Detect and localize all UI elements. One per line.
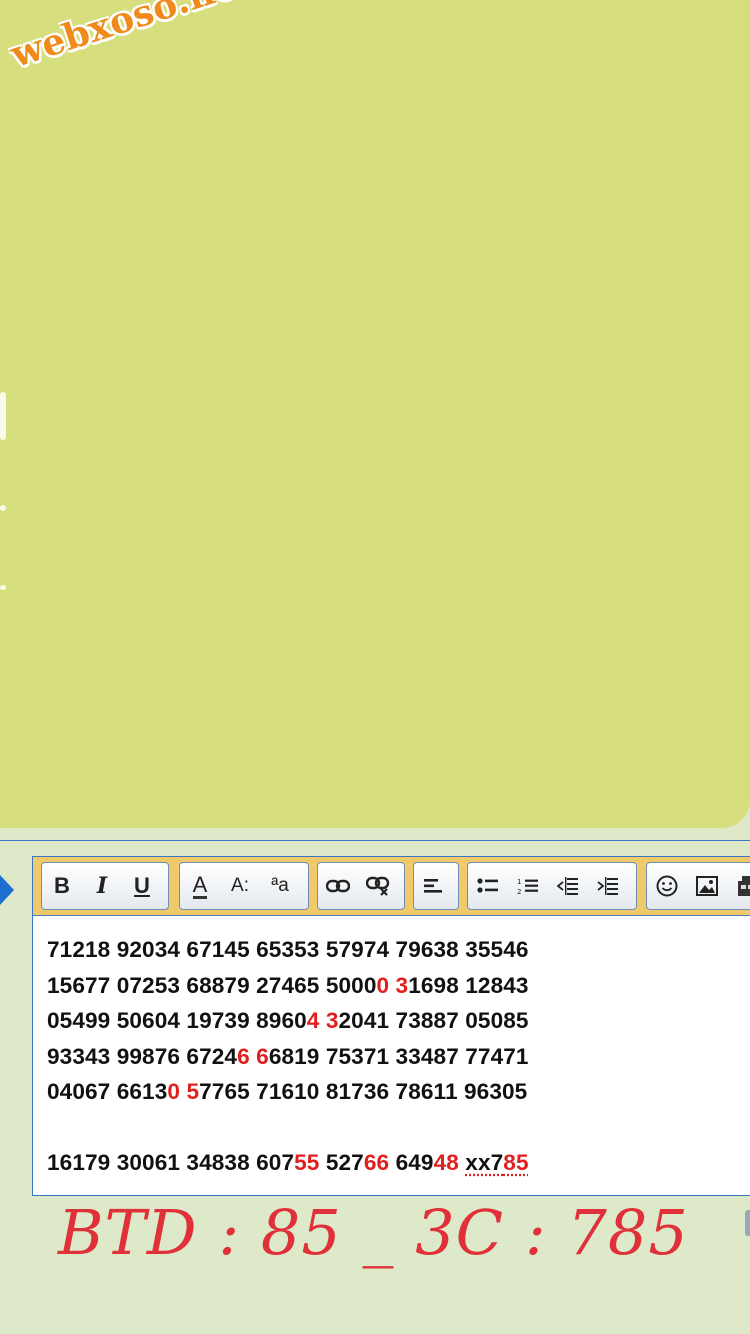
text-line: 05499 50604 19739 89604 32041 73887 0508… [47,1003,529,1039]
highlighted-digits: 0 [167,1079,181,1104]
align-left-button[interactable] [414,866,454,906]
line-text: 71218 92034 67145 65353 57974 79638 3554… [47,937,529,962]
text-line: 16179 30061 34838 60755 52766 64948 xx78… [47,1145,529,1181]
editor-frame-line [0,840,750,841]
link-icon [326,879,350,893]
font-color-icon: A [192,871,208,899]
line-text: 2041 73887 05085 [338,1008,529,1033]
text-style-group: B I U [41,862,169,910]
line-text: 05499 50604 19739 8960 [47,1008,307,1033]
line-text: 15677 07253 68879 27465 5000 [47,972,377,998]
bulleted-list-button[interactable] [468,866,508,906]
drawing-canvas [0,0,750,828]
highlighted-digits: 48 [433,1150,459,1175]
unlink-icon [366,876,390,896]
link-button[interactable] [318,866,358,906]
italic-button[interactable]: I [82,866,122,906]
list-group: 12 [467,862,637,910]
underline-icon: U [134,873,150,898]
text-line: 93343 99876 67246 66819 75371 33487 7747… [47,1039,529,1075]
rich-text-editor[interactable]: B I U A A: ªa 1 2 71218 92034 67145 6535… [32,856,750,1196]
line-text: 7765 71610 81736 78611 96305 [199,1079,528,1104]
svg-text:2: 2 [517,888,521,895]
font-size-button[interactable]: A: [220,866,260,906]
emoji-icon [656,875,678,897]
text-line: 71218 92034 67145 65353 57974 79638 3554… [47,932,529,968]
highlighted-digits: 6 [237,1043,250,1069]
align-left-icon [424,879,442,893]
italic-icon: I [96,873,108,899]
font-color-button[interactable]: A [180,866,220,906]
numbered-list-button[interactable]: 12 [508,866,548,906]
align-group [413,862,459,910]
edge-handle [745,1210,750,1236]
line-text: 6819 75371 33487 77471 [268,1043,529,1069]
highlighted-digits: 4 [306,1008,320,1033]
highlighted-digits: 3 [325,1008,339,1033]
text-line: 04067 66130 57765 71610 81736 78611 9630… [47,1074,529,1110]
text-line [47,1110,529,1146]
bulleted-list-icon [477,878,498,893]
edge-glint [0,585,6,590]
editor-toolbar: B I U A A: ªa 1 2 [33,857,750,916]
arrow-marker-icon [0,875,14,905]
line-text: 04067 6613 [47,1079,168,1104]
font-family-button[interactable]: ªa [260,866,300,906]
bold-icon: B [54,873,70,898]
svg-text:1: 1 [517,878,521,886]
image-button[interactable] [687,866,727,906]
line-text: 649 [389,1150,434,1175]
indent-button[interactable] [588,866,628,906]
emoji-button[interactable] [647,866,687,906]
numbered-list-icon: 12 [517,878,538,895]
outdent-button[interactable] [548,866,588,906]
insert-group [646,862,750,910]
line-text: 93343 99876 6724 [47,1043,238,1069]
image-icon [696,876,718,896]
indent-icon [597,877,618,895]
highlighted-digits: 66 [363,1150,390,1175]
media-icon [738,876,750,896]
font-family-icon: ªa [271,875,289,896]
line-text: 16179 30061 34838 607 [47,1150,295,1175]
line-text: xx7 [465,1150,504,1175]
edge-glint [0,392,6,440]
link-group [317,862,405,910]
line-text: 1698 12843 [408,972,529,998]
bold-button[interactable]: B [42,866,82,906]
unlink-button[interactable] [358,866,398,906]
editor-content[interactable]: 71218 92034 67145 65353 57974 79638 3554… [47,932,529,1181]
font-group: A A: ªa [179,862,309,910]
prediction-caption: BTD : 85 _ 3C : 785 [58,1196,689,1269]
line-text: 527 [319,1150,364,1175]
edge-glint [0,505,6,511]
highlighted-digits: 85 [503,1150,529,1175]
text-line: 15677 07253 68879 27465 50000 31698 1284… [47,968,529,1004]
font-size-icon: A: [231,875,249,896]
media-button[interactable] [727,866,750,906]
highlighted-digits: 3 [395,972,409,998]
highlighted-digits: 55 [294,1150,320,1175]
underline-button[interactable]: U [122,866,162,906]
highlighted-digits: 6 [256,1043,269,1069]
highlighted-digits: 0 [376,972,390,998]
outdent-icon [557,877,578,895]
highlighted-digits: 5 [186,1079,200,1104]
